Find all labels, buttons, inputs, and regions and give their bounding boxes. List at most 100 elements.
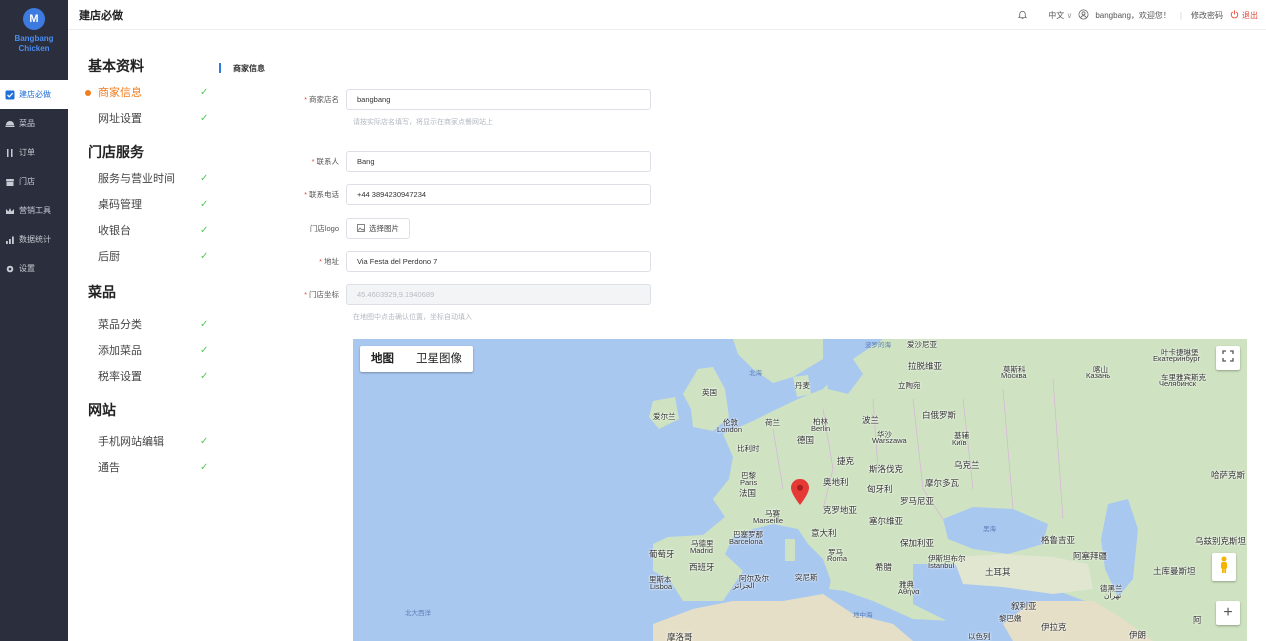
menu-item-announcements[interactable]: 通告 ✓ <box>88 455 228 481</box>
map-label: Lisboa <box>650 582 673 591</box>
map-label: 伊朗 <box>1129 630 1147 640</box>
menu-item-mobile-site[interactable]: 手机网站编辑 ✓ <box>88 429 228 455</box>
coords-input: 45.4603929,9.1940689 <box>346 284 651 305</box>
map-label: 德国 <box>797 435 815 445</box>
map-label: 摩洛哥 <box>667 632 693 641</box>
location-pin-icon[interactable] <box>791 479 809 505</box>
menu-item-service-hours[interactable]: 服务与营业时间 ✓ <box>88 166 228 192</box>
map-label: 法国 <box>739 488 757 498</box>
zoom-in-button[interactable]: + <box>1216 601 1240 625</box>
map-label: 葡萄牙 <box>649 549 675 559</box>
fullscreen-icon <box>1222 349 1234 367</box>
menu-item-cashier[interactable]: 收银台 ✓ <box>88 218 228 244</box>
menu-item-add-dish[interactable]: 添加菜品 ✓ <box>88 338 228 364</box>
change-password-link[interactable]: 修改密码 <box>1191 10 1223 21</box>
map-label: Москва <box>1001 371 1027 380</box>
map-label: تهران <box>1104 591 1122 600</box>
sidebar-item-label: 设置 <box>19 264 35 273</box>
tab-map[interactable]: 地图 <box>360 346 405 372</box>
map-label: 英国 <box>702 388 717 397</box>
street-view-pegman[interactable] <box>1212 553 1236 581</box>
phone-row: * 联系电话 +44 3894230947234 <box>290 184 651 205</box>
sidebar-item-label: 订单 <box>19 148 35 157</box>
map-label: Berlin <box>811 424 831 433</box>
phone-input[interactable]: +44 3894230947234 <box>346 184 651 205</box>
check-icon: ✓ <box>200 225 209 236</box>
chart-icon <box>5 235 15 245</box>
map-label: Челябинск <box>1159 379 1197 388</box>
menu-item-dish-categories[interactable]: 菜品分类 ✓ <box>88 312 228 338</box>
map-label: 丹麦 <box>795 381 810 390</box>
map-label: Warszawa <box>872 436 907 445</box>
map-label: 摩尔多瓦 <box>925 478 960 488</box>
menu-item-merchant-info[interactable]: 商家信息 ✓ <box>85 80 228 106</box>
map-label: 地中海 <box>853 612 873 619</box>
menu-item-label: 商家信息 <box>98 87 142 99</box>
address-label: * 地址 <box>319 257 339 266</box>
current-dot <box>85 90 91 96</box>
map-label: Київ <box>952 438 967 447</box>
map-label: 意大利 <box>811 528 837 538</box>
sidebar-item-orders[interactable]: 订单 <box>0 138 68 167</box>
coords-label: * 门店坐标 <box>304 290 339 299</box>
map-label: 哈萨克斯 <box>1211 470 1246 480</box>
store-icon <box>5 177 15 187</box>
chevron-down-icon: ∨ <box>1066 10 1073 20</box>
map-label: 比利时 <box>737 444 760 453</box>
menu-item-kitchen[interactable]: 后厨 ✓ <box>88 244 228 270</box>
utensils-icon <box>5 148 15 158</box>
map-label: 西班牙 <box>689 562 715 572</box>
sidebar-item-statistics[interactable]: 数据统计 <box>0 225 68 254</box>
food-icon <box>5 119 15 129</box>
sidebar-item-marketing[interactable]: 营销工具 <box>0 196 68 225</box>
location-map[interactable]: 地图 卫星图像 + 波罗的海 爱沙尼亚 拉脱维亚 立陶宛 北海 丹麦 英国 爱尔… <box>353 339 1247 641</box>
map-label: 以色列 <box>968 632 991 641</box>
fullscreen-button[interactable] <box>1216 346 1240 370</box>
store-name-input[interactable]: bangbang <box>346 89 651 110</box>
divider: | <box>1179 10 1182 20</box>
map-label: Paris <box>740 478 758 487</box>
check-icon: ✓ <box>200 462 209 473</box>
sidebar-item-settings[interactable]: 设置 <box>0 254 68 283</box>
select-image-button[interactable]: 选择图片 <box>346 218 410 239</box>
address-row: * 地址 Via Festa del Perdono 7 <box>290 251 651 272</box>
sidebar-item-label: 菜品 <box>19 119 35 128</box>
map-label: 突尼斯 <box>795 573 818 582</box>
map-label: 匈牙利 <box>867 484 893 494</box>
menu-item-url-settings[interactable]: 网址设置 ✓ <box>88 106 228 132</box>
sidebar-item-dishes[interactable]: 菜品 <box>0 109 68 138</box>
map-label: 立陶宛 <box>898 381 921 390</box>
plus-icon: + <box>1223 604 1233 621</box>
language-select[interactable]: 中文 ∨ <box>1048 10 1072 21</box>
menu-item-label: 网址设置 <box>98 113 142 125</box>
menu-group-title: 基本资料 <box>88 58 144 74</box>
bell-icon[interactable] <box>1017 9 1028 22</box>
sidebar-item-setup[interactable]: 建店必做 <box>0 80 68 109</box>
map-label: 土库曼斯坦 <box>1153 566 1196 576</box>
map-label: 荷兰 <box>765 418 780 427</box>
map-label: 格鲁吉亚 <box>1041 535 1076 545</box>
top-header: 建店必做 中文 ∨ bangbang，欢迎您！ | 修改密码 退出 <box>68 0 1266 30</box>
address-input[interactable]: Via Festa del Perdono 7 <box>346 251 651 272</box>
check-icon: ✓ <box>200 113 209 124</box>
tab-satellite[interactable]: 卫星图像 <box>405 346 473 372</box>
logout-button[interactable]: 退出 <box>1229 9 1258 22</box>
map-label: 奥地利 <box>823 477 849 487</box>
menu-item-tax-settings[interactable]: 税率设置 ✓ <box>88 364 228 390</box>
contact-row: * 联系人 Bang <box>290 151 651 172</box>
map-label: Екатеринбург <box>1153 354 1201 363</box>
check-icon: ✓ <box>200 173 209 184</box>
map-type-tabs: 地图 卫星图像 <box>360 346 473 372</box>
contact-input[interactable]: Bang <box>346 151 651 172</box>
page-title: 建店必做 <box>79 9 123 22</box>
header-actions: 中文 ∨ bangbang，欢迎您！ | 修改密码 退出 <box>1017 0 1258 30</box>
menu-item-label: 服务与营业时间 <box>98 173 175 185</box>
map-label: 捷克 <box>837 456 855 466</box>
section-title: 商家信息 <box>219 63 265 74</box>
sidebar-item-label: 营销工具 <box>19 206 51 215</box>
brand[interactable]: M Bangbang Chicken <box>0 0 68 80</box>
sidebar-item-store[interactable]: 门店 <box>0 167 68 196</box>
menu-item-table-codes[interactable]: 桌码管理 ✓ <box>88 192 228 218</box>
check-icon: ✓ <box>200 371 209 382</box>
coords-row: * 门店坐标 45.4603929,9.1940689 <box>290 284 651 305</box>
